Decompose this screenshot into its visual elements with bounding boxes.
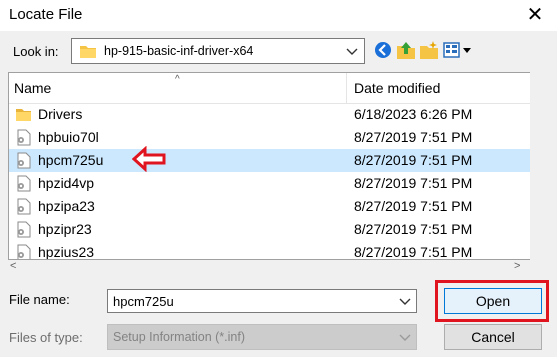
up-folder-icon[interactable] bbox=[396, 40, 416, 60]
list-header: Name ^ Date modified bbox=[9, 73, 530, 104]
scroll-right-icon[interactable]: > bbox=[514, 260, 520, 272]
list-item[interactable]: hpzius23 8/27/2019 7:51 PM bbox=[9, 241, 530, 260]
file-name-value: hpcm725u bbox=[113, 294, 174, 309]
file-name-input[interactable]: hpcm725u bbox=[107, 289, 417, 313]
file-name: hpzius23 bbox=[38, 244, 95, 260]
scroll-left-icon[interactable]: < bbox=[10, 260, 16, 272]
file-date: 8/27/2019 7:51 PM bbox=[354, 129, 473, 145]
setup-information-file-icon bbox=[17, 129, 31, 146]
folder-icon bbox=[16, 109, 31, 121]
sort-ascending-icon: ^ bbox=[175, 74, 180, 85]
column-divider[interactable] bbox=[346, 73, 347, 103]
file-name: Drivers bbox=[38, 106, 83, 122]
list-item[interactable]: hpzipa23 8/27/2019 7:51 PM bbox=[9, 195, 530, 218]
chevron-down-icon bbox=[399, 334, 411, 341]
file-name: hpzipr23 bbox=[38, 221, 92, 237]
file-name: hpbuio70l bbox=[38, 129, 99, 145]
column-header-name[interactable]: Name bbox=[14, 80, 51, 96]
list-item[interactable]: Drivers 6/18/2023 6:26 PM bbox=[9, 103, 530, 126]
file-date: 8/27/2019 7:51 PM bbox=[354, 198, 473, 214]
cancel-button[interactable]: Cancel bbox=[444, 324, 542, 350]
list-item[interactable]: hpzid4vp 8/27/2019 7:51 PM bbox=[9, 172, 530, 195]
setup-information-file-icon bbox=[17, 244, 31, 259]
chevron-down-icon bbox=[346, 48, 358, 55]
file-date: 8/27/2019 7:51 PM bbox=[354, 221, 473, 237]
new-folder-icon[interactable] bbox=[419, 40, 439, 60]
file-date: 8/27/2019 7:51 PM bbox=[354, 244, 473, 260]
list-item-selected[interactable]: hpcm725u 8/27/2019 7:51 PM bbox=[9, 149, 530, 172]
list-item[interactable]: hpbuio70l 8/27/2019 7:51 PM bbox=[9, 126, 530, 149]
file-name-label: File name: bbox=[9, 292, 70, 307]
title-bar: Locate File ✕ bbox=[0, 0, 557, 31]
locate-file-dialog: Locate File ✕ Look in: hp-915-basic-inf-… bbox=[0, 0, 557, 357]
vertical-scrollbar[interactable] bbox=[530, 72, 549, 260]
setup-information-file-icon bbox=[17, 221, 31, 238]
scrollbar-corner bbox=[530, 260, 549, 274]
file-list[interactable]: Name ^ Date modified Drivers 6/18/2023 6… bbox=[8, 72, 530, 260]
close-button[interactable]: ✕ bbox=[523, 3, 547, 27]
file-date: 8/27/2019 7:51 PM bbox=[354, 175, 473, 191]
view-menu-icon[interactable] bbox=[443, 40, 473, 60]
files-of-type-dropdown: Setup Information (*.inf) bbox=[107, 324, 417, 350]
file-name: hpcm725u bbox=[38, 152, 104, 168]
horizontal-scrollbar[interactable]: < > bbox=[8, 260, 530, 274]
setup-information-file-icon bbox=[17, 152, 31, 169]
look-in-value: hp-915-basic-inf-driver-x64 bbox=[104, 44, 254, 58]
files-of-type-label: Files of type: bbox=[9, 330, 83, 345]
back-icon[interactable] bbox=[373, 40, 393, 60]
list-item[interactable]: hpzipr23 8/27/2019 7:51 PM bbox=[9, 218, 530, 241]
files-of-type-value: Setup Information (*.inf) bbox=[113, 330, 246, 344]
folder-icon bbox=[80, 46, 96, 58]
look-in-label: Look in: bbox=[13, 44, 59, 59]
dialog-title: Locate File bbox=[9, 6, 83, 23]
chevron-down-icon[interactable] bbox=[397, 293, 413, 309]
file-date: 8/27/2019 7:51 PM bbox=[354, 152, 473, 168]
column-header-date-modified[interactable]: Date modified bbox=[354, 80, 440, 96]
file-date: 6/18/2023 6:26 PM bbox=[354, 106, 473, 122]
red-arrow-annotation-icon bbox=[132, 146, 166, 172]
setup-information-file-icon bbox=[17, 175, 31, 192]
file-name: hpzipa23 bbox=[38, 198, 95, 214]
setup-information-file-icon bbox=[17, 198, 31, 215]
red-highlight-box bbox=[435, 280, 549, 322]
look-in-dropdown[interactable]: hp-915-basic-inf-driver-x64 bbox=[71, 38, 365, 64]
file-name: hpzid4vp bbox=[38, 175, 95, 191]
